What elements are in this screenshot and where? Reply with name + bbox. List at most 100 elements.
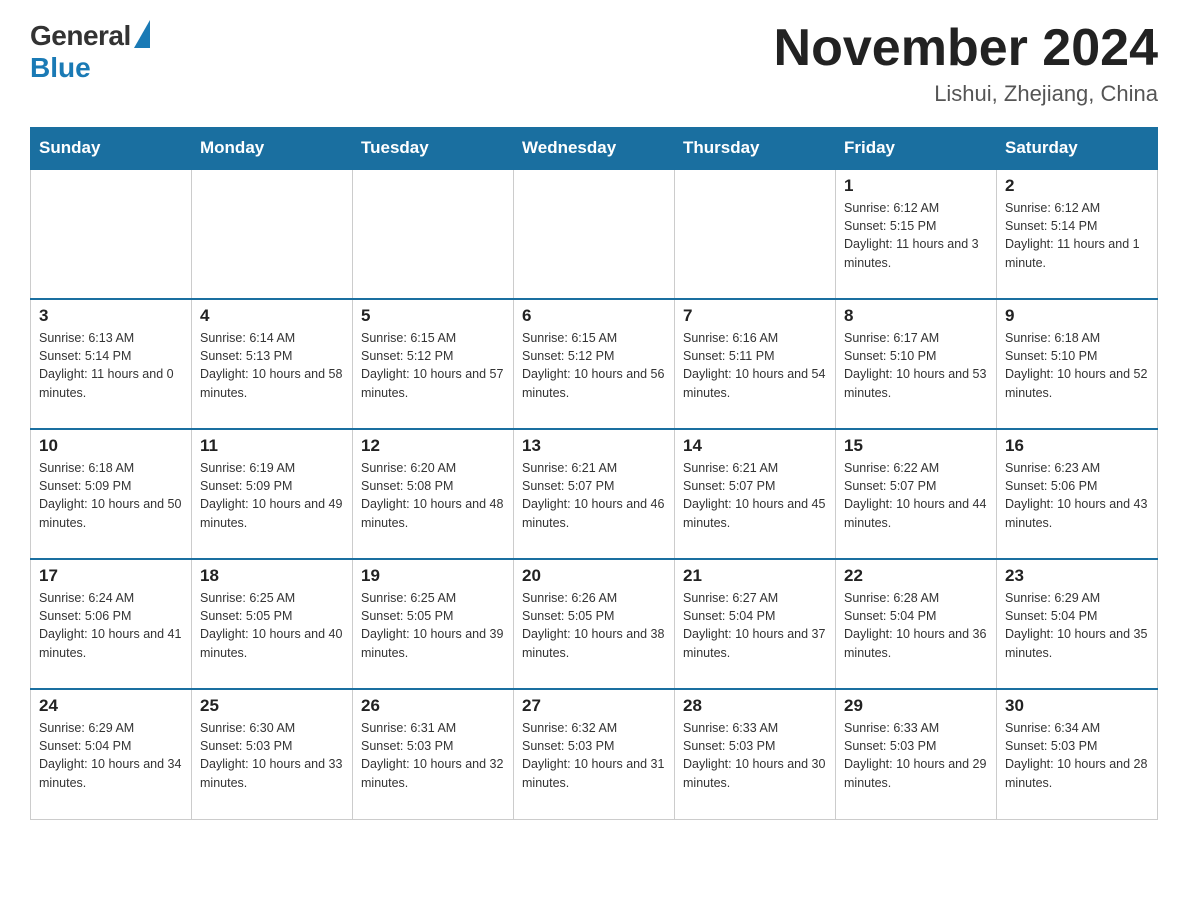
calendar-day-header: Friday <box>836 128 997 170</box>
calendar-cell: 27 Sunrise: 6:32 AM Sunset: 5:03 PM Dayli… <box>514 689 675 819</box>
calendar-cell: 29 Sunrise: 6:33 AM Sunset: 5:03 PM Dayli… <box>836 689 997 819</box>
calendar-day-header: Sunday <box>31 128 192 170</box>
logo: General Blue <box>30 20 150 84</box>
calendar-cell: 17Sunrise: 6:24 AM Sunset: 5:06 PM Dayli… <box>31 559 192 689</box>
title-section: November 2024 Lishui, Zhejiang, China <box>774 20 1158 107</box>
day-info: Sunrise: 6:21 AM Sunset: 5:07 PM Dayligh… <box>683 459 827 532</box>
calendar-cell: 8Sunrise: 6:17 AM Sunset: 5:10 PM Daylig… <box>836 299 997 429</box>
day-number: 23 <box>1005 566 1149 586</box>
calendar-cell: 11Sunrise: 6:19 AM Sunset: 5:09 PM Dayli… <box>192 429 353 559</box>
day-number: 17 <box>39 566 183 586</box>
calendar-cell: 7 Sunrise: 6:16 AM Sunset: 5:11 PM Daylig… <box>675 299 836 429</box>
day-info: Sunrise: 6:17 AM Sunset: 5:10 PM Dayligh… <box>844 329 988 402</box>
day-number: 15 <box>844 436 988 456</box>
day-number: 21 <box>683 566 827 586</box>
calendar-cell: 23Sunrise: 6:29 AM Sunset: 5:04 PM Dayli… <box>997 559 1158 689</box>
calendar-week-row: 1 Sunrise: 6:12 AM Sunset: 5:15 PM Daylig… <box>31 169 1158 299</box>
day-number: 30 <box>1005 696 1149 716</box>
calendar-table: SundayMondayTuesdayWednesdayThursdayFrid… <box>30 127 1158 820</box>
calendar-cell: 21 Sunrise: 6:27 AM Sunset: 5:04 PM Dayli… <box>675 559 836 689</box>
day-info: Sunrise: 6:18 AM Sunset: 5:09 PM Dayligh… <box>39 459 183 532</box>
calendar-cell: 16 Sunrise: 6:23 AM Sunset: 5:06 PM Dayli… <box>997 429 1158 559</box>
day-info: Sunrise: 6:25 AM Sunset: 5:05 PM Dayligh… <box>361 589 505 662</box>
day-number: 7 <box>683 306 827 326</box>
day-number: 29 <box>844 696 988 716</box>
day-number: 13 <box>522 436 666 456</box>
logo-general-text: General <box>30 20 131 52</box>
calendar-cell: 28Sunrise: 6:33 AM Sunset: 5:03 PM Dayli… <box>675 689 836 819</box>
calendar-cell: 5 Sunrise: 6:15 AM Sunset: 5:12 PM Daylig… <box>353 299 514 429</box>
calendar-cell: 19 Sunrise: 6:25 AM Sunset: 5:05 PM Dayli… <box>353 559 514 689</box>
page-header: General Blue November 2024 Lishui, Zheji… <box>30 20 1158 107</box>
calendar-cell: 4 Sunrise: 6:14 AM Sunset: 5:13 PM Daylig… <box>192 299 353 429</box>
day-number: 3 <box>39 306 183 326</box>
day-info: Sunrise: 6:20 AM Sunset: 5:08 PM Dayligh… <box>361 459 505 532</box>
calendar-cell: 9 Sunrise: 6:18 AM Sunset: 5:10 PM Daylig… <box>997 299 1158 429</box>
day-info: Sunrise: 6:15 AM Sunset: 5:12 PM Dayligh… <box>522 329 666 402</box>
calendar-cell <box>353 169 514 299</box>
day-info: Sunrise: 6:22 AM Sunset: 5:07 PM Dayligh… <box>844 459 988 532</box>
calendar-week-row: 10Sunrise: 6:18 AM Sunset: 5:09 PM Dayli… <box>31 429 1158 559</box>
day-info: Sunrise: 6:33 AM Sunset: 5:03 PM Dayligh… <box>844 719 988 792</box>
calendar-cell: 13 Sunrise: 6:21 AM Sunset: 5:07 PM Dayli… <box>514 429 675 559</box>
calendar-cell: 10Sunrise: 6:18 AM Sunset: 5:09 PM Dayli… <box>31 429 192 559</box>
calendar-week-row: 3 Sunrise: 6:13 AM Sunset: 5:14 PM Daylig… <box>31 299 1158 429</box>
day-info: Sunrise: 6:18 AM Sunset: 5:10 PM Dayligh… <box>1005 329 1149 402</box>
calendar-day-header: Tuesday <box>353 128 514 170</box>
day-info: Sunrise: 6:21 AM Sunset: 5:07 PM Dayligh… <box>522 459 666 532</box>
calendar-header-row: SundayMondayTuesdayWednesdayThursdayFrid… <box>31 128 1158 170</box>
calendar-cell: 3 Sunrise: 6:13 AM Sunset: 5:14 PM Daylig… <box>31 299 192 429</box>
day-info: Sunrise: 6:13 AM Sunset: 5:14 PM Dayligh… <box>39 329 183 402</box>
calendar-cell <box>675 169 836 299</box>
day-info: Sunrise: 6:26 AM Sunset: 5:05 PM Dayligh… <box>522 589 666 662</box>
day-number: 9 <box>1005 306 1149 326</box>
day-info: Sunrise: 6:34 AM Sunset: 5:03 PM Dayligh… <box>1005 719 1149 792</box>
calendar-cell <box>192 169 353 299</box>
calendar-cell: 15 Sunrise: 6:22 AM Sunset: 5:07 PM Dayli… <box>836 429 997 559</box>
day-number: 22 <box>844 566 988 586</box>
day-info: Sunrise: 6:15 AM Sunset: 5:12 PM Dayligh… <box>361 329 505 402</box>
day-number: 4 <box>200 306 344 326</box>
calendar-cell: 25Sunrise: 6:30 AM Sunset: 5:03 PM Dayli… <box>192 689 353 819</box>
day-info: Sunrise: 6:12 AM Sunset: 5:14 PM Dayligh… <box>1005 199 1149 272</box>
calendar-cell: 12Sunrise: 6:20 AM Sunset: 5:08 PM Dayli… <box>353 429 514 559</box>
day-info: Sunrise: 6:33 AM Sunset: 5:03 PM Dayligh… <box>683 719 827 792</box>
calendar-week-row: 17Sunrise: 6:24 AM Sunset: 5:06 PM Dayli… <box>31 559 1158 689</box>
day-number: 18 <box>200 566 344 586</box>
calendar-week-row: 24 Sunrise: 6:29 AM Sunset: 5:04 PM Dayli… <box>31 689 1158 819</box>
calendar-day-header: Thursday <box>675 128 836 170</box>
day-info: Sunrise: 6:14 AM Sunset: 5:13 PM Dayligh… <box>200 329 344 402</box>
day-info: Sunrise: 6:23 AM Sunset: 5:06 PM Dayligh… <box>1005 459 1149 532</box>
location-text: Lishui, Zhejiang, China <box>774 81 1158 107</box>
calendar-cell: 6 Sunrise: 6:15 AM Sunset: 5:12 PM Daylig… <box>514 299 675 429</box>
day-number: 24 <box>39 696 183 716</box>
day-info: Sunrise: 6:12 AM Sunset: 5:15 PM Dayligh… <box>844 199 988 272</box>
day-number: 19 <box>361 566 505 586</box>
day-number: 5 <box>361 306 505 326</box>
day-number: 25 <box>200 696 344 716</box>
day-info: Sunrise: 6:16 AM Sunset: 5:11 PM Dayligh… <box>683 329 827 402</box>
calendar-cell <box>31 169 192 299</box>
month-title: November 2024 <box>774 20 1158 77</box>
calendar-cell: 20Sunrise: 6:26 AM Sunset: 5:05 PM Dayli… <box>514 559 675 689</box>
day-info: Sunrise: 6:32 AM Sunset: 5:03 PM Dayligh… <box>522 719 666 792</box>
day-info: Sunrise: 6:27 AM Sunset: 5:04 PM Dayligh… <box>683 589 827 662</box>
calendar-day-header: Monday <box>192 128 353 170</box>
calendar-cell: 24 Sunrise: 6:29 AM Sunset: 5:04 PM Dayli… <box>31 689 192 819</box>
day-number: 1 <box>844 176 988 196</box>
day-info: Sunrise: 6:31 AM Sunset: 5:03 PM Dayligh… <box>361 719 505 792</box>
calendar-cell: 30 Sunrise: 6:34 AM Sunset: 5:03 PM Dayli… <box>997 689 1158 819</box>
day-info: Sunrise: 6:28 AM Sunset: 5:04 PM Dayligh… <box>844 589 988 662</box>
day-number: 27 <box>522 696 666 716</box>
logo-blue-text: Blue <box>30 52 91 84</box>
day-info: Sunrise: 6:29 AM Sunset: 5:04 PM Dayligh… <box>39 719 183 792</box>
calendar-day-header: Saturday <box>997 128 1158 170</box>
calendar-cell: 14 Sunrise: 6:21 AM Sunset: 5:07 PM Dayli… <box>675 429 836 559</box>
day-number: 16 <box>1005 436 1149 456</box>
day-number: 6 <box>522 306 666 326</box>
calendar-cell: 22 Sunrise: 6:28 AM Sunset: 5:04 PM Dayli… <box>836 559 997 689</box>
day-number: 11 <box>200 436 344 456</box>
calendar-cell: 1 Sunrise: 6:12 AM Sunset: 5:15 PM Daylig… <box>836 169 997 299</box>
day-number: 14 <box>683 436 827 456</box>
day-number: 26 <box>361 696 505 716</box>
